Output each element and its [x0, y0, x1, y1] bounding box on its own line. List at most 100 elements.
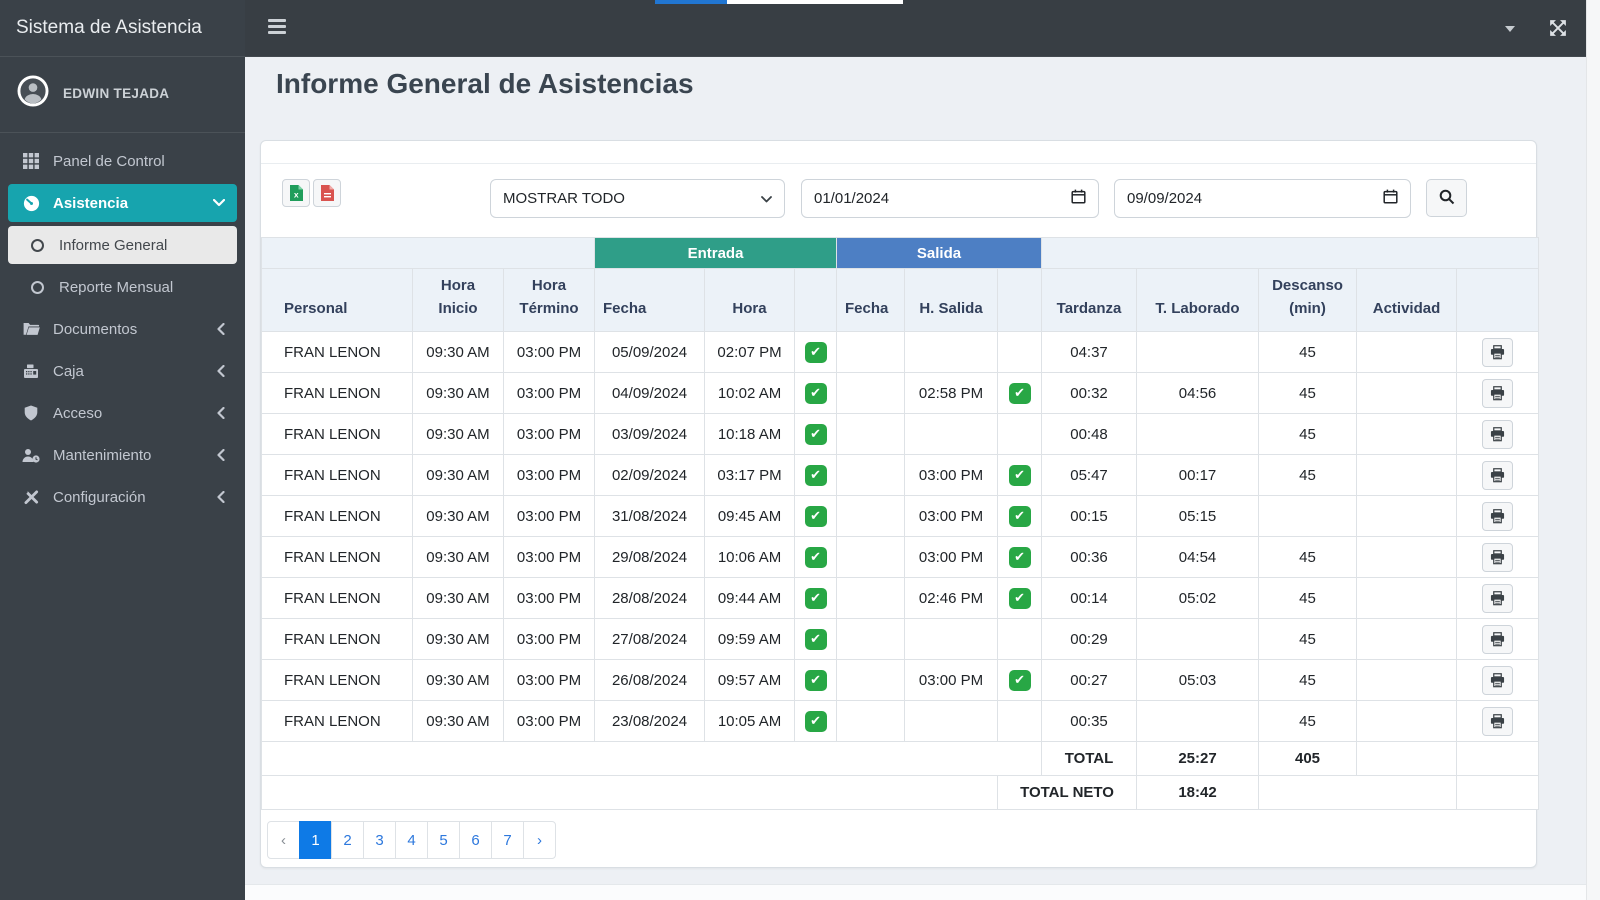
cell-print	[1456, 577, 1540, 619]
user-avatar-icon	[16, 74, 50, 113]
caret-down-icon[interactable]	[1505, 26, 1515, 32]
cell-hora-inicio: 09:30 AM	[412, 700, 504, 742]
cell-t-laborado: 04:56	[1136, 372, 1260, 414]
cell-descanso: 45	[1258, 659, 1358, 701]
pagination-next[interactable]: ›	[523, 821, 556, 859]
export-excel-button[interactable]: x	[282, 179, 310, 207]
cell-tardanza: 00:36	[1041, 536, 1138, 578]
cell-fecha-salida	[836, 495, 906, 537]
cell-personal: FRAN LENON	[261, 700, 413, 742]
cell-hora-termino: 03:00 PM	[502, 700, 596, 742]
print-button[interactable]	[1482, 337, 1514, 367]
circle-icon	[26, 280, 48, 294]
print-button[interactable]	[1482, 501, 1514, 531]
cell-hora-salida: 03:00 PM	[904, 454, 999, 496]
cell-hora-termino: 03:00 PM	[502, 413, 596, 455]
sidebar-item-documentos[interactable]: Documentos	[8, 310, 237, 348]
print-button[interactable]	[1482, 542, 1514, 572]
cell-tardanza: 00:15	[1041, 495, 1138, 537]
sidebar: Sistema de Asistencia EDWIN TEJADA Panel…	[0, 0, 245, 900]
folder-open-icon	[20, 322, 42, 336]
search-button[interactable]	[1426, 179, 1467, 217]
cell-tardanza: 05:47	[1041, 454, 1138, 496]
sidebar-item-reporte-mensual[interactable]: Reporte Mensual	[8, 268, 237, 306]
col-personal: Personal	[261, 268, 413, 332]
cell-personal: FRAN LENON	[261, 413, 413, 455]
cell-descanso: 45	[1258, 454, 1358, 496]
print-button[interactable]	[1482, 419, 1514, 449]
group-header-empty	[1041, 237, 1540, 269]
pagination-page-5[interactable]: 5	[427, 821, 460, 859]
print-button[interactable]	[1482, 706, 1514, 736]
cell-tardanza: 00:35	[1041, 700, 1138, 742]
cell-hora-entrada: 09:59 AM	[704, 618, 796, 660]
user-panel: EDWIN TEJADA	[0, 57, 245, 133]
pagination-prev[interactable]: ‹	[267, 821, 300, 859]
shield-icon	[20, 405, 42, 421]
sidebar-item-label: Asistencia	[53, 194, 129, 212]
sidebar-item-asistencia[interactable]: Asistencia	[8, 184, 237, 222]
cell-t-laborado	[1136, 331, 1260, 373]
check-icon: ✔	[1008, 587, 1031, 609]
grid-icon	[20, 153, 42, 169]
pagination-page-4[interactable]: 4	[395, 821, 428, 859]
cell-fecha-entrada: 05/09/2024	[594, 331, 706, 373]
cell-personal: FRAN LENON	[261, 618, 413, 660]
cell-entrada-status: ✔	[794, 618, 838, 660]
pagination-page-1[interactable]: 1	[299, 821, 332, 859]
cell-hora-salida	[904, 331, 999, 373]
svg-text:x: x	[293, 190, 298, 200]
cell-fecha-entrada: 04/09/2024	[594, 372, 706, 414]
print-button[interactable]	[1482, 665, 1514, 695]
cell-salida-status: ✔	[997, 495, 1043, 537]
total-label: TOTAL	[1041, 741, 1138, 776]
cell-personal: FRAN LENON	[261, 454, 413, 496]
sidebar-item-configuracion[interactable]: Configuración	[8, 478, 237, 516]
sidebar-item-label: Caja	[53, 362, 84, 380]
cell-entrada-status: ✔	[794, 495, 838, 537]
scrollbar-track[interactable]	[1586, 0, 1600, 900]
sidebar-item-informe-general[interactable]: Informe General	[8, 226, 237, 264]
cell-fecha-entrada: 29/08/2024	[594, 536, 706, 578]
report-card: x MOSTRAR TODO 01/01/2024 09/09/2024 Ent…	[260, 140, 1540, 868]
table-row: FRAN LENON 09:30 AM 03:00 PM 29/08/2024 …	[261, 536, 1540, 578]
pagination-page-6[interactable]: 6	[459, 821, 492, 859]
cash-register-icon	[20, 364, 42, 379]
cell-fecha-salida	[836, 413, 906, 455]
filter-select[interactable]: MOSTRAR TODO	[490, 179, 785, 218]
filter-select-value: MOSTRAR TODO	[503, 190, 625, 207]
check-icon: ✔	[1008, 505, 1031, 527]
check-icon: ✔	[804, 669, 827, 691]
print-button[interactable]	[1482, 460, 1514, 490]
fullscreen-icon[interactable]	[1549, 19, 1567, 42]
cell-hora-inicio: 09:30 AM	[412, 618, 504, 660]
pagination-page-7[interactable]: 7	[491, 821, 524, 859]
col-hora-salida: H. Salida	[904, 268, 999, 332]
menu-toggle-icon[interactable]	[268, 19, 286, 37]
pagination-page-2[interactable]: 2	[331, 821, 364, 859]
sidebar-item-mantenimiento[interactable]: Mantenimiento	[8, 436, 237, 474]
pagination-page-3[interactable]: 3	[363, 821, 396, 859]
print-button[interactable]	[1482, 624, 1514, 654]
print-button[interactable]	[1482, 583, 1514, 613]
cell-hora-salida: 03:00 PM	[904, 536, 999, 578]
print-button[interactable]	[1482, 378, 1514, 408]
cell-tardanza: 00:29	[1041, 618, 1138, 660]
date-from-input[interactable]: 01/01/2024	[801, 179, 1099, 218]
total-descanso: 405	[1258, 741, 1358, 776]
sidebar-item-acceso[interactable]: Acceso	[8, 394, 237, 432]
cell-tardanza: 00:48	[1041, 413, 1138, 455]
sidebar-item-panel-de-control[interactable]: Panel de Control	[8, 142, 237, 180]
sidebar-item-caja[interactable]: Caja	[8, 352, 237, 390]
date-to-input[interactable]: 09/09/2024	[1114, 179, 1411, 218]
cell-print	[1456, 700, 1540, 742]
calendar-icon	[1071, 189, 1086, 208]
cell-hora-termino: 03:00 PM	[502, 495, 596, 537]
sidebar-item-label: Configuración	[53, 488, 146, 506]
cell-tardanza: 00:14	[1041, 577, 1138, 619]
user-name: EDWIN TEJADA	[63, 86, 170, 101]
cell-fecha-salida	[836, 700, 906, 742]
cell-hora-entrada: 10:06 AM	[704, 536, 796, 578]
cell-fecha-salida	[836, 372, 906, 414]
export-pdf-button[interactable]	[313, 179, 341, 207]
